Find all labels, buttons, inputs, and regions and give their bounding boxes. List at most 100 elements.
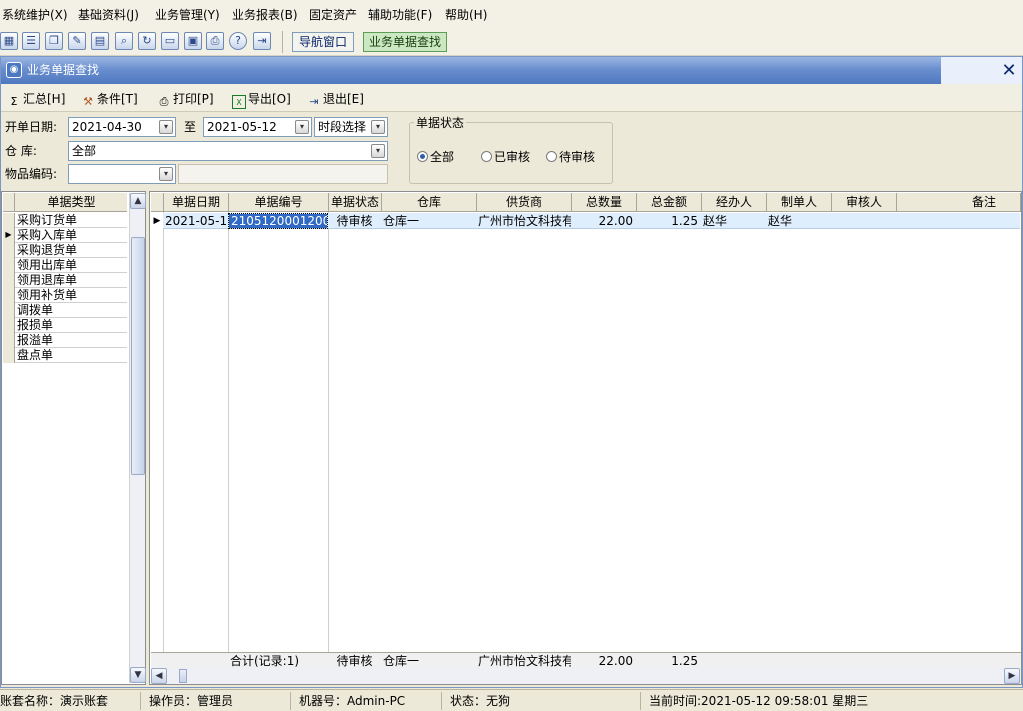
menu-basic-data[interactable]: 基础资料(J) [78, 7, 139, 23]
help-icon[interactable]: ? [229, 32, 247, 50]
window-titlebar[interactable]: ◉ 业务单据查找 ✕ [1, 57, 1022, 84]
col-header-warehouse[interactable]: 仓库 [382, 193, 477, 212]
doc-type-item[interactable]: 报溢单 [3, 333, 127, 348]
doc-type-item[interactable]: 盘点单 [3, 348, 127, 363]
cell-date[interactable]: 2021-05-12 [163, 213, 228, 229]
window-icon[interactable]: ❐ [45, 32, 63, 50]
cell-remark[interactable] [896, 213, 1020, 229]
item-name-field [178, 164, 388, 184]
exit-button[interactable]: ⇥ 退出[E] [307, 90, 364, 108]
cell-supplier[interactable]: 广州市怡文科技有 [476, 213, 571, 229]
row-selector [3, 303, 15, 318]
chevron-right-icon[interactable]: ▶ [1004, 668, 1020, 684]
col-header-reviewer[interactable]: 审核人 [832, 193, 897, 212]
cell-creator[interactable]: 赵华 [766, 213, 831, 229]
cell-reviewer[interactable] [831, 213, 896, 229]
doc-type-item[interactable]: 采购订货单 [3, 213, 127, 228]
status-radio-approved[interactable]: 已审核 [481, 149, 530, 165]
list-icon[interactable]: ☰ [22, 32, 40, 50]
doc-type-item[interactable]: 领用补货单 [3, 288, 127, 303]
chevron-up-icon[interactable]: ▲ [130, 193, 146, 209]
col-header-doc-no[interactable]: 单据编号 [229, 193, 329, 212]
status-radio-all[interactable]: 全部 [417, 149, 454, 165]
chevron-down-icon[interactable]: ▾ [371, 120, 385, 134]
cell-handler[interactable]: 赵华 [701, 213, 766, 229]
end-date-field[interactable]: 2021-05-12 ▾ [203, 117, 312, 137]
item-code-select[interactable]: ▾ [68, 164, 176, 184]
cell-total-amount[interactable]: 1.25 [636, 213, 701, 229]
menu-help[interactable]: 帮助(H) [445, 7, 487, 23]
col-header-supplier[interactable]: 供货商 [477, 193, 572, 212]
chevron-down-icon[interactable]: ▾ [159, 120, 173, 134]
window-icon: ◉ [6, 62, 22, 78]
doc-type-label: 报溢单 [17, 333, 54, 347]
status-account: 账套名称：演示账套 [0, 694, 109, 708]
chevron-down-icon[interactable]: ▾ [159, 167, 173, 181]
doc-type-label: 领用补货单 [17, 288, 78, 302]
chevron-down-icon[interactable]: ▾ [295, 120, 309, 134]
print-icon[interactable]: ⎙ [206, 32, 224, 50]
col-header-status[interactable]: 单据状态 [329, 193, 382, 212]
chevron-left-icon[interactable]: ◀ [151, 668, 167, 684]
warehouse-select[interactable]: 全部 ▾ [68, 141, 388, 161]
scroll-thumb[interactable] [179, 669, 187, 683]
refresh-icon[interactable]: ↻ [138, 32, 156, 50]
vertical-scrollbar[interactable]: ▲ ▼ [129, 193, 146, 683]
doc-type-item[interactable]: 领用出库单 [3, 258, 127, 273]
col-header-total-qty[interactable]: 总数量 [572, 193, 637, 212]
nav-window-button[interactable]: 导航窗口 [292, 32, 354, 52]
status-radio-all-label: 全部 [430, 150, 455, 164]
chevron-down-icon[interactable]: ▾ [371, 144, 385, 158]
horizontal-scrollbar[interactable]: ◀ ▶ [151, 668, 1021, 684]
doc-type-label: 调拨单 [17, 303, 54, 317]
cell-warehouse[interactable]: 仓库一 [381, 213, 476, 229]
status-operator: 操作员：管理员 [149, 694, 234, 708]
menu-reports[interactable]: 业务报表(B) [232, 7, 298, 23]
summary-status: 待审核 [336, 654, 373, 668]
doc-search-button[interactable]: 业务单据查找 [363, 32, 447, 52]
exit-icon[interactable]: ⇥ [253, 32, 271, 50]
save-icon[interactable]: ▣ [184, 32, 202, 50]
status-radio-pending-label: 待审核 [559, 150, 596, 164]
exit-label: 退出[E] [323, 92, 364, 106]
period-select[interactable]: 时段选择 ▾ [314, 117, 388, 137]
col-header-handler[interactable]: 经办人 [702, 193, 767, 212]
menu-system[interactable]: 系统维护(X) [2, 7, 68, 23]
doc-type-item[interactable]: ▶ 采购入库单 [3, 228, 127, 243]
scroll-thumb[interactable] [131, 237, 145, 475]
condition-button[interactable]: ⚒ 条件[T] [81, 90, 138, 108]
cell-status[interactable]: 待审核 [328, 213, 381, 229]
grid-icon[interactable]: ▦ [0, 32, 18, 50]
chevron-down-icon[interactable]: ▼ [130, 667, 146, 683]
folder-icon[interactable]: ▭ [161, 32, 179, 50]
col-header-creator[interactable]: 制单人 [767, 193, 832, 212]
summary-supplier: 广州市怡文科技有 [478, 654, 571, 668]
report-icon[interactable]: ▤ [91, 32, 109, 50]
doc-type-item[interactable]: 报损单 [3, 318, 127, 333]
cell-doc-no[interactable]: 210512000120001 [228, 213, 328, 229]
doc-type-item[interactable]: 领用退库单 [3, 273, 127, 288]
settings-icon[interactable]: ✎ [68, 32, 86, 50]
row-selector-header [3, 193, 15, 212]
doc-type-label: 采购订货单 [17, 213, 78, 227]
status-separator [140, 692, 141, 710]
export-button[interactable]: X 导出[O] [232, 90, 291, 109]
doc-status-title: 单据状态 [414, 114, 467, 132]
period-select-value: 时段选择 [318, 120, 367, 134]
cell-total-qty[interactable]: 22.00 [571, 213, 636, 229]
col-header-remark[interactable]: 备注 [897, 193, 1021, 212]
print-button[interactable]: ⎙ 打印[P] [157, 90, 214, 108]
menu-tools[interactable]: 辅助功能(F) [368, 7, 432, 23]
status-state: 状态：无狗 [450, 694, 511, 708]
menu-business[interactable]: 业务管理(Y) [155, 7, 220, 23]
col-header-date[interactable]: 单据日期 [164, 193, 229, 212]
status-radio-pending[interactable]: 待审核 [546, 149, 595, 165]
start-date-field[interactable]: 2021-04-30 ▾ [68, 117, 176, 137]
search-icon[interactable]: ⌕ [115, 32, 133, 50]
doc-type-item[interactable]: 采购退货单 [3, 243, 127, 258]
col-header-total-amount[interactable]: 总金额 [637, 193, 702, 212]
menu-fixed-assets[interactable]: 固定资产 [309, 7, 357, 23]
close-icon[interactable]: ✕ [999, 61, 1019, 81]
summary-button[interactable]: Σ 汇总[H] [7, 90, 66, 108]
doc-type-item[interactable]: 调拨单 [3, 303, 127, 318]
